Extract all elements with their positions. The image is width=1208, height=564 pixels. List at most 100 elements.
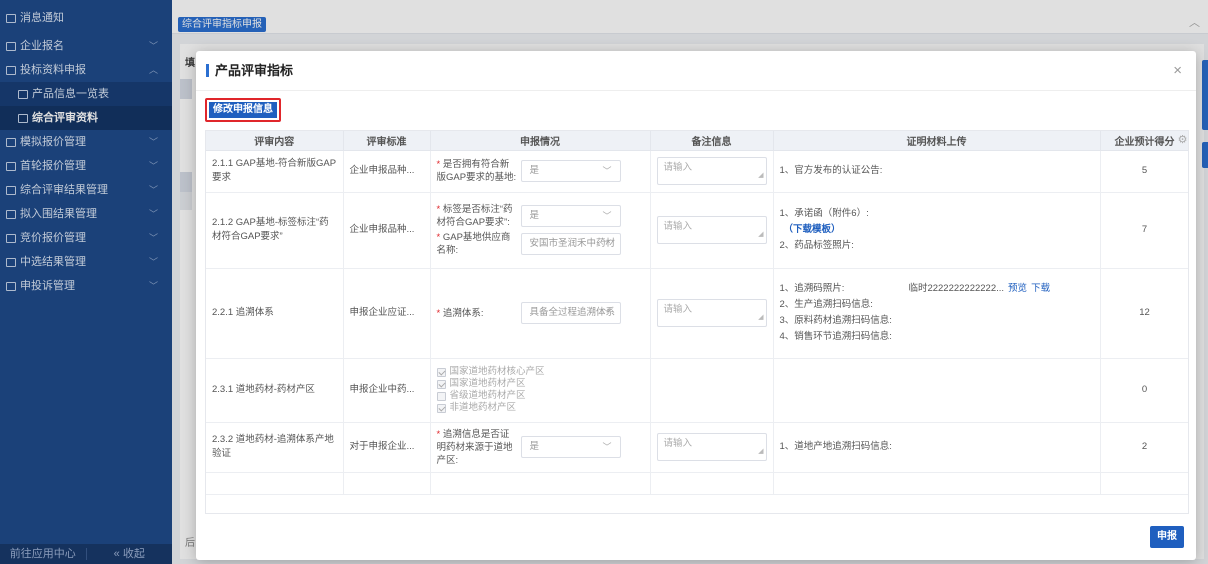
- header-declaration-status: 申报情况: [430, 131, 651, 151]
- cell-expected-score: 12: [1100, 268, 1188, 359]
- submit-declaration-button[interactable]: 申报: [1150, 526, 1184, 548]
- field-label: * 追溯信息是否证明药材来源于道地产区:: [437, 428, 521, 467]
- table-row: 2.2.1 追溯体系 申报企业应证... * 追溯体系: 具备全过程追溯体系 ﹀ 请输入 ◢…: [206, 268, 1188, 359]
- proof-label: 1、承诺函（附件6）:: [779, 208, 869, 219]
- settings-icon[interactable]: ⚙: [1178, 133, 1188, 146]
- cell-remark: 请输入 ◢: [650, 150, 774, 193]
- empty-row: [206, 472, 1188, 495]
- close-icon[interactable]: ×: [1173, 62, 1182, 79]
- field-label: * 是否拥有符合新版GAP要求的基地:: [437, 158, 521, 184]
- cell-expected-score: 5: [1100, 150, 1188, 193]
- cell-remark: 请输入 ◢: [650, 192, 774, 269]
- checkbox[interactable]: [436, 403, 446, 413]
- table-header-row: 评审内容 评审标准 申报情况 备注信息 证明材料上传 企业预计得分 ⚙: [206, 131, 1188, 151]
- proof-item: 2、药品标签照片:: [780, 238, 1094, 254]
- header-remark: 备注信息: [650, 131, 774, 151]
- remark-input[interactable]: 请输入 ◢: [656, 216, 767, 244]
- proof-item: 1、承诺函（附件6）:: [780, 206, 1094, 222]
- cell-proof-upload: 1、追溯码照片: 临时2222222222222... 预览 下载 2、生产追溯扫码信息…: [773, 268, 1101, 359]
- chevron-down-icon: ﹀: [602, 166, 612, 176]
- resize-grip-icon: ◢: [758, 172, 764, 179]
- chevron-down-icon: ﹀: [602, 308, 612, 318]
- cell-review-content: 2.3.2 道地药材-追溯体系产地验证: [206, 422, 344, 473]
- resize-grip-icon: ◢: [758, 231, 764, 238]
- cell-remark: 请输入 ◢: [650, 268, 774, 359]
- remark-input[interactable]: 请输入 ◢: [656, 157, 767, 185]
- preview-link[interactable]: 预览: [1008, 283, 1027, 294]
- declaration-select[interactable]: 安国市圣润禾中药材 ﹀: [520, 233, 621, 255]
- table-row: 2.3.2 道地药材-追溯体系产地验证 对于申报企业... * 追溯信息是否证明药材…: [206, 422, 1188, 473]
- cell-review-standard: 企业申报品种...: [343, 150, 431, 193]
- remark-input[interactable]: 请输入 ◢: [656, 299, 767, 327]
- cell-declaration-status: 国家道地药材核心产区 国家道地药材产区 省级道地药材产区 非道地药材产区: [430, 358, 651, 423]
- declaration-field: * 是否拥有符合新版GAP要求的基地: 是 ﹀: [437, 158, 644, 184]
- field-label-text: 标签是否标注“药材符合GAP要求”:: [436, 204, 513, 228]
- table-row: 2.1.2 GAP基地-标签标注“药材符合GAP要求” 企业申报品种... * 标签…: [206, 192, 1188, 269]
- cell-review-content: 2.3.1 道地药材-药材产区: [206, 358, 344, 423]
- declaration-select[interactable]: 是 ﹀: [520, 160, 621, 182]
- cell-proof-upload: 1、官方发布的认证公告:: [773, 150, 1101, 193]
- proof-label: 2、药品标签照片:: [779, 240, 854, 251]
- declaration-field: * 追溯信息是否证明药材来源于道地产区: 是 ﹀: [437, 428, 644, 467]
- declaration-field: * 标签是否标注“药材符合GAP要求”: 是 ﹀: [437, 203, 644, 229]
- empty-cell: [206, 472, 344, 495]
- checkbox[interactable]: [436, 379, 446, 389]
- modify-declaration-label: 修改申报信息: [209, 102, 277, 118]
- proof-item: 4、销售环节追溯扫码信息:: [780, 329, 1094, 345]
- header-expected-score: 企业预计得分 ⚙: [1100, 131, 1188, 151]
- field-label-text: GAP基地供应商名称:: [436, 232, 511, 256]
- product-review-modal: 产品评审指标 × 修改申报信息 评审内容 评审标准 申报情况 备注信息 证明材料…: [196, 51, 1196, 560]
- modify-declaration-button[interactable]: 修改申报信息: [205, 98, 281, 122]
- cell-remark: 请输入 ◢: [650, 422, 774, 473]
- proof-label: 1、道地产地追溯扫码信息:: [779, 441, 892, 452]
- proof-label: 4、销售环节追溯扫码信息:: [779, 331, 892, 342]
- proof-label: 3、原料药材追溯扫码信息:: [779, 315, 892, 326]
- chevron-down-icon: ﹀: [602, 239, 612, 249]
- table-row: 2.3.1 道地药材-药材产区 申报企业中药... 国家道地药材核心产区 国家道地药材…: [206, 358, 1188, 423]
- cell-review-standard: 对于申报企业...: [343, 422, 431, 473]
- download-template-link[interactable]: （下载模板）: [780, 222, 1094, 238]
- field-label: * 追溯体系:: [437, 307, 521, 320]
- remark-placeholder: 请输入: [663, 304, 693, 315]
- declaration-select[interactable]: 具备全过程追溯体系 ﹀: [520, 302, 621, 324]
- cell-declaration-status: * 是否拥有符合新版GAP要求的基地: 是 ﹀: [430, 150, 651, 193]
- header-review-standard: 评审标准: [343, 131, 431, 151]
- declaration-select[interactable]: 是 ﹀: [520, 205, 621, 227]
- field-label-text: 是否拥有符合新版GAP要求的基地:: [436, 159, 517, 183]
- cell-expected-score: 2: [1100, 422, 1188, 473]
- region-checkbox-option[interactable]: 国家道地药材产区: [436, 378, 644, 390]
- remark-input[interactable]: 请输入 ◢: [656, 433, 767, 461]
- select-value: 是: [529, 165, 540, 176]
- region-checkbox-option[interactable]: 省级道地药材产区: [436, 390, 644, 402]
- cell-remark: [650, 358, 774, 423]
- checkbox-label: 非道地药材产区: [449, 402, 517, 413]
- proof-item: 2、生产追溯扫码信息:: [780, 297, 1094, 313]
- chevron-down-icon: ﹀: [602, 442, 612, 452]
- cell-declaration-status: * 标签是否标注“药材符合GAP要求”: 是 ﹀ * GAP基地供应商名称: 安国市圣润…: [430, 192, 651, 269]
- field-label-text: 追溯信息是否证明药材来源于道地产区:: [436, 428, 513, 466]
- region-checkbox-option[interactable]: 非道地药材产区: [436, 402, 644, 414]
- review-table: 评审内容 评审标准 申报情况 备注信息 证明材料上传 企业预计得分 ⚙ 2.1.1…: [205, 130, 1189, 514]
- cell-review-content: 2.1.1 GAP基地-符合新版GAP要求: [206, 150, 344, 193]
- checkbox[interactable]: [436, 367, 446, 377]
- declaration-select[interactable]: 是 ﹀: [520, 436, 621, 458]
- cell-review-standard: 企业申报品种...: [343, 192, 431, 269]
- declaration-field: * GAP基地供应商名称: 安国市圣润禾中药材 ﹀: [437, 231, 644, 257]
- proof-label: 2、生产追溯扫码信息:: [779, 299, 873, 310]
- remark-placeholder: 请输入: [663, 221, 693, 232]
- cell-proof-upload: 1、道地产地追溯扫码信息:: [773, 422, 1101, 473]
- remark-placeholder: 请输入: [663, 162, 693, 173]
- cell-expected-score: 7: [1100, 192, 1188, 269]
- checkbox[interactable]: [436, 391, 446, 401]
- proof-label: 1、追溯码照片:: [779, 283, 845, 294]
- cell-expected-score: 0: [1100, 358, 1188, 423]
- download-link[interactable]: 下载: [1031, 283, 1050, 294]
- header-review-content: 评审内容: [206, 131, 344, 151]
- region-checkbox-option[interactable]: 国家道地药材核心产区: [436, 366, 644, 378]
- modal-title: 产品评审指标: [206, 64, 293, 77]
- cell-proof-upload: [773, 358, 1101, 423]
- resize-grip-icon: ◢: [758, 448, 764, 455]
- remark-placeholder: 请输入: [663, 438, 693, 449]
- empty-cell: [430, 472, 651, 495]
- cell-declaration-status: * 追溯信息是否证明药材来源于道地产区: 是 ﹀: [430, 422, 651, 473]
